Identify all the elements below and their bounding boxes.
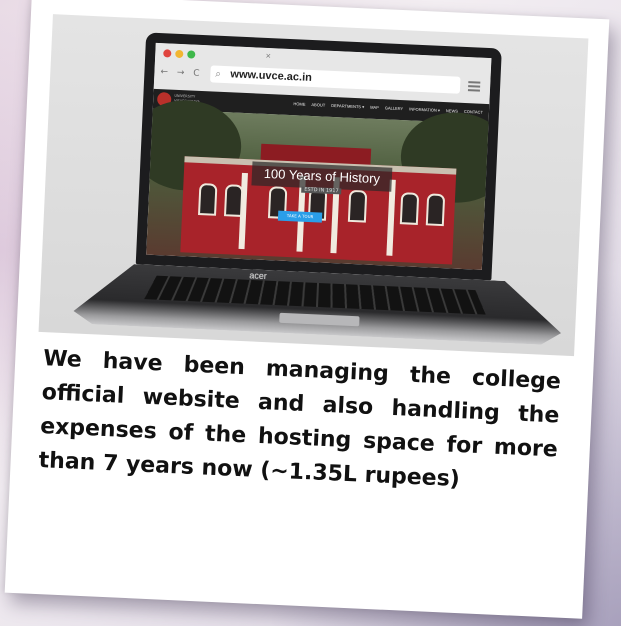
window-controls [163, 49, 196, 59]
close-dot-icon[interactable] [163, 49, 172, 58]
maximize-dot-icon[interactable] [187, 50, 196, 59]
caption-text: We have been managing the college offici… [38, 346, 562, 493]
laptop-lid: × ← → C ⌕ www.uvce.ac.in UNIVERSITY VISV… [135, 32, 502, 281]
nav-item-home[interactable]: HOME [293, 101, 305, 107]
address-bar[interactable]: ⌕ www.uvce.ac.in [210, 65, 461, 94]
tab-close-icon[interactable]: × [265, 52, 271, 60]
minimize-dot-icon[interactable] [175, 49, 184, 59]
laptop-screen: × ← → C ⌕ www.uvce.ac.in UNIVERSITY VISV… [146, 42, 492, 270]
laptop-photo: × ← → C ⌕ www.uvce.ac.in UNIVERSITY VISV… [38, 14, 589, 357]
nav-item-gallery[interactable]: GALLERY [385, 105, 404, 111]
search-icon: ⌕ [215, 68, 222, 80]
building-window [198, 182, 218, 216]
nav-item-map[interactable]: MAP [370, 105, 379, 110]
laptop-brand-logo: acer [249, 270, 268, 282]
building-window [347, 189, 368, 223]
hamburger-menu-icon[interactable] [467, 79, 481, 94]
url-text: www.uvce.ac.in [230, 68, 313, 84]
building-window [399, 192, 420, 225]
take-tour-button[interactable]: TAKE A TOUR [277, 210, 323, 223]
nav-item-departments[interactable]: DEPARTMENTS ▾ [331, 103, 364, 109]
building-window [425, 193, 446, 227]
photo-card: × ← → C ⌕ www.uvce.ac.in UNIVERSITY VISV… [4, 0, 610, 619]
hero-banner: 100 Years of History ESTD IN 1917 TAKE A… [146, 97, 492, 270]
building-window [223, 184, 244, 217]
browser-nav-buttons[interactable]: ← → C [160, 67, 203, 79]
nav-item-information[interactable]: INFORMATION ▾ [409, 106, 440, 112]
nav-item-about[interactable]: ABOUT [311, 102, 325, 108]
